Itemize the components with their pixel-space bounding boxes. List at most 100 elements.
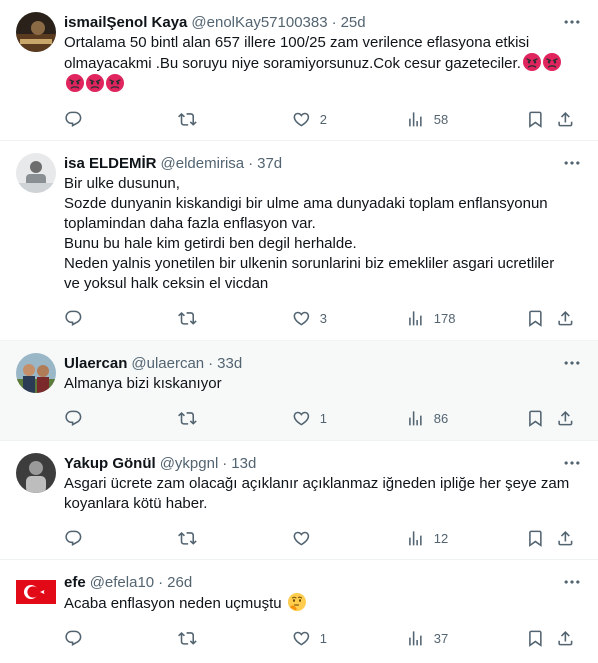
- heart-icon: [292, 529, 311, 548]
- display-name[interactable]: ismailŞenol Kaya: [64, 14, 187, 31]
- analytics-icon: [406, 629, 425, 648]
- more-options-icon[interactable]: [562, 353, 582, 373]
- retweet-icon: [178, 110, 197, 129]
- reply-icon: [64, 309, 83, 328]
- heart-icon: [292, 409, 311, 428]
- tweet[interactable]: efe @efela10 · 26d Acaba enflasyon neden…: [0, 560, 598, 663]
- tweet-actions: 1 37: [56, 614, 582, 662]
- reply-button[interactable]: [56, 110, 170, 129]
- avatar[interactable]: [16, 572, 56, 612]
- reply-button[interactable]: [56, 629, 170, 648]
- display-name[interactable]: Ulaercan: [64, 355, 127, 372]
- views-button[interactable]: 37: [398, 629, 518, 648]
- tweet-header: ismailŞenol Kaya @enolKay57100383 · 25d: [64, 12, 582, 32]
- timestamp[interactable]: 33d: [217, 355, 242, 372]
- like-button[interactable]: 1: [284, 409, 398, 428]
- reply-button[interactable]: [56, 529, 170, 548]
- tweet-text: Almanya bizi kıskanıyor: [64, 375, 222, 392]
- tweet-actions: 12: [56, 514, 582, 562]
- share-icon: [556, 529, 575, 548]
- view-count: 37: [433, 630, 449, 646]
- tweet[interactable]: Ulaercan @ulaercan · 33d Almanya bizi kı…: [0, 341, 598, 441]
- retweet-button[interactable]: [170, 110, 284, 129]
- avatar[interactable]: [16, 12, 56, 52]
- heart-icon: [292, 309, 311, 328]
- like-button[interactable]: 3: [284, 309, 398, 328]
- more-options-icon[interactable]: [562, 12, 582, 32]
- bookmark-icon: [526, 529, 545, 548]
- tweet-header: efe @efela10 · 26d: [64, 572, 582, 592]
- views-button[interactable]: 86: [398, 409, 518, 428]
- more-options-icon[interactable]: [562, 153, 582, 173]
- timestamp[interactable]: 25d: [341, 14, 366, 31]
- more-options-icon[interactable]: [562, 453, 582, 473]
- avatar[interactable]: [16, 153, 56, 193]
- separator-dot: ·: [248, 154, 254, 172]
- reply-button[interactable]: [56, 409, 170, 428]
- reply-feed: ismailŞenol Kaya @enolKay57100383 · 25d …: [0, 0, 598, 663]
- like-count: 1: [319, 630, 327, 646]
- tweet[interactable]: ismailŞenol Kaya @enolKay57100383 · 25d …: [0, 0, 598, 141]
- retweet-icon: [178, 309, 197, 328]
- analytics-icon: [406, 529, 425, 548]
- retweet-icon: [178, 409, 197, 428]
- bookmark-icon: [526, 309, 545, 328]
- share-icon: [556, 309, 575, 328]
- retweet-button[interactable]: [170, 409, 284, 428]
- share-icon: [556, 110, 575, 129]
- display-name[interactable]: Yakup Gönül: [64, 455, 156, 472]
- user-handle[interactable]: @efela10: [90, 574, 154, 591]
- share-button[interactable]: [548, 629, 575, 648]
- user-handle[interactable]: @enolKay57100383: [191, 14, 327, 31]
- more-options-icon[interactable]: [562, 572, 582, 592]
- like-count: 1: [319, 410, 327, 426]
- tweet-body: Yakup Gönül @ykpgnl · 13d Asgari ücrete …: [64, 453, 582, 559]
- retweet-button[interactable]: [170, 309, 284, 328]
- share-button[interactable]: [548, 110, 575, 129]
- turkish-flag-avatar: [16, 572, 56, 612]
- reply-button[interactable]: [56, 309, 170, 328]
- bookmark-button[interactable]: [518, 409, 548, 428]
- tweet-actions: 3 178: [56, 294, 582, 342]
- separator-dot: ·: [158, 573, 164, 591]
- share-button[interactable]: [548, 409, 575, 428]
- user-handle[interactable]: @eldemirisa: [161, 155, 245, 172]
- angry-face-emoji: [66, 74, 84, 92]
- reply-icon: [64, 629, 83, 648]
- tweet-actions: 1 86: [56, 394, 582, 442]
- like-button[interactable]: 1: [284, 629, 398, 648]
- bookmark-icon: [526, 110, 545, 129]
- like-button[interactable]: 2: [284, 110, 398, 129]
- share-button[interactable]: [548, 529, 575, 548]
- views-button[interactable]: 58: [398, 110, 518, 129]
- user-handle[interactable]: @ulaercan: [131, 355, 204, 372]
- display-name[interactable]: efe: [64, 574, 86, 591]
- timestamp[interactable]: 26d: [167, 574, 192, 591]
- avatar[interactable]: [16, 453, 56, 493]
- retweet-button[interactable]: [170, 529, 284, 548]
- bookmark-button[interactable]: [518, 309, 548, 328]
- angry-face-emoji: [523, 53, 541, 71]
- tweet-text-content: Ortalama 50 bintl alan 657 illere 100/25…: [64, 34, 534, 72]
- bookmark-button[interactable]: [518, 629, 548, 648]
- view-count: 12: [433, 530, 449, 546]
- like-button[interactable]: [284, 529, 398, 548]
- share-button[interactable]: [548, 309, 575, 328]
- tweet[interactable]: isa ELDEMİR @eldemirisa · 37d Bir ulke d…: [0, 141, 598, 341]
- user-handle[interactable]: @ykpgnl: [160, 455, 219, 472]
- heart-icon: [292, 110, 311, 129]
- views-button[interactable]: 12: [398, 529, 518, 548]
- timestamp[interactable]: 37d: [257, 155, 282, 172]
- retweet-icon: [178, 529, 197, 548]
- display-name[interactable]: isa ELDEMİR: [64, 155, 157, 172]
- tweet[interactable]: Yakup Gönül @ykpgnl · 13d Asgari ücrete …: [0, 441, 598, 560]
- timestamp[interactable]: 13d: [231, 455, 256, 472]
- avatar[interactable]: [16, 353, 56, 393]
- views-button[interactable]: 178: [398, 309, 518, 328]
- retweet-button[interactable]: [170, 629, 284, 648]
- view-count: 178: [433, 310, 456, 326]
- bookmark-icon: [526, 409, 545, 428]
- like-count: 3: [319, 310, 327, 326]
- bookmark-button[interactable]: [518, 110, 548, 129]
- bookmark-button[interactable]: [518, 529, 548, 548]
